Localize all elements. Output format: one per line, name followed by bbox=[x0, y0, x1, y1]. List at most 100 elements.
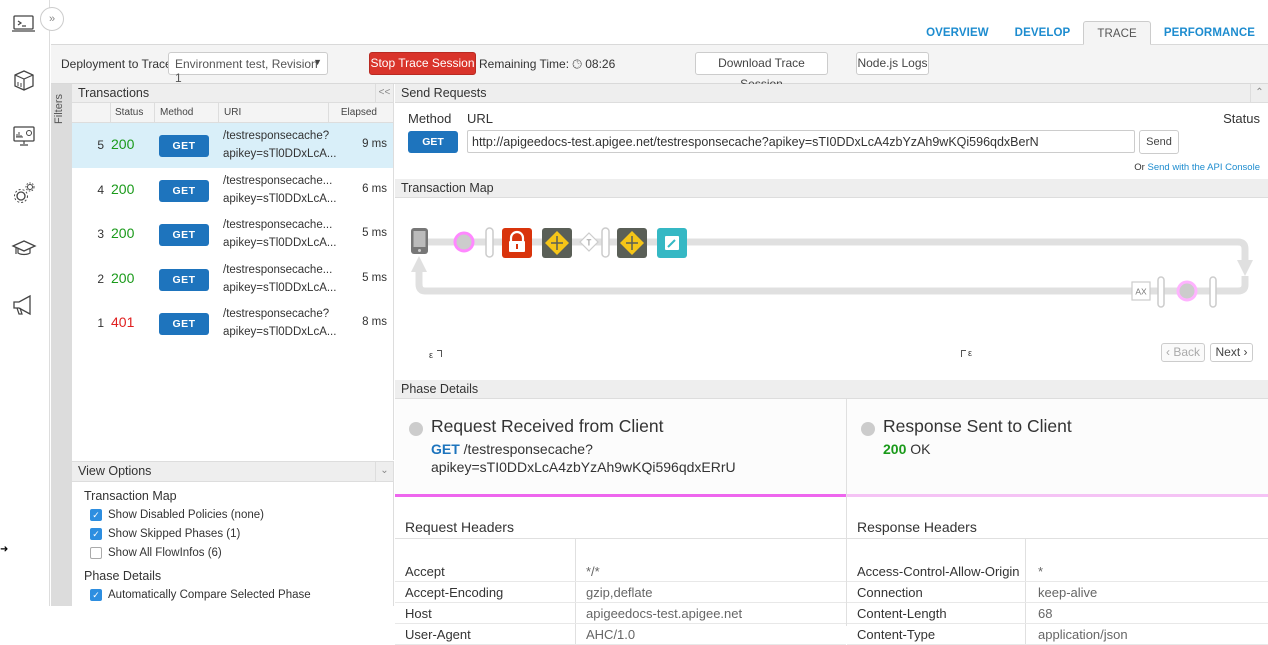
stop-trace-button[interactable]: Stop Trace Session bbox=[369, 52, 476, 75]
phase-details-title: Phase Details bbox=[401, 382, 479, 396]
back-button[interactable]: ‹ Back bbox=[1161, 343, 1205, 362]
api-console-line: Or Send with the API Console bbox=[1134, 162, 1260, 173]
transactions-header: Transactions << bbox=[72, 84, 393, 103]
api-console-link[interactable]: Send with the API Console bbox=[1148, 162, 1261, 173]
checkbox-checked[interactable]: ✓ bbox=[90, 508, 102, 521]
tab-overview[interactable]: OVERVIEW bbox=[913, 21, 1002, 45]
show-skipped-phases-option[interactable]: ✓ Show Skipped Phases (1) bbox=[90, 526, 393, 541]
transaction-row[interactable]: 4 200 GET /testresponsecache... apikey=sT… bbox=[72, 168, 393, 213]
transaction-number: 3 bbox=[97, 227, 104, 241]
client-phone-icon[interactable] bbox=[411, 228, 428, 254]
chevron-right-icon: › bbox=[1240, 345, 1248, 359]
view-options-panel: View Options ⌄ Transaction Map ✓ Show Di… bbox=[72, 461, 394, 606]
transaction-row[interactable]: 1 401 GET /testresponsecache? apikey=sTl0… bbox=[72, 301, 393, 346]
header-row: Accept */* bbox=[395, 561, 846, 582]
checkbox-checked[interactable]: ✓ bbox=[90, 527, 102, 540]
send-requests-header: Send Requests ⌃ bbox=[395, 84, 1268, 103]
deployment-select[interactable]: Environment test, Revision 1 ▼ bbox=[168, 52, 328, 85]
show-disabled-policies-option[interactable]: ✓ Show Disabled Policies (none) bbox=[90, 507, 393, 522]
verify-api-key-lock-icon[interactable] bbox=[502, 228, 532, 258]
send-button[interactable]: Send bbox=[1139, 130, 1179, 154]
tab-performance[interactable]: PERFORMANCE bbox=[1151, 21, 1268, 45]
collapse-send-requests-button[interactable]: ⌃ bbox=[1250, 84, 1268, 103]
remaining-time: Remaining Time: 🕒︎ 08:26 bbox=[479, 57, 615, 72]
terminal-icon[interactable] bbox=[11, 11, 37, 37]
response-headers-title: Response Headers bbox=[857, 519, 977, 535]
download-trace-button[interactable]: Download Trace Session bbox=[695, 52, 828, 91]
settings-gears-icon[interactable] bbox=[11, 180, 37, 206]
timeline-start-bracket bbox=[437, 350, 442, 357]
method-select-button[interactable]: GET bbox=[408, 131, 458, 153]
column-status[interactable]: Status bbox=[115, 107, 143, 118]
phase-status-dot-icon bbox=[409, 422, 423, 436]
collapse-transactions-button[interactable]: << bbox=[375, 84, 393, 103]
proxy-response-phase-icon[interactable] bbox=[1176, 280, 1198, 302]
next-label: Next bbox=[1215, 345, 1241, 359]
top-bar: OVERVIEW DEVELOP TRACE PERFORMANCE bbox=[51, 0, 1268, 45]
remaining-time-label: Remaining Time: bbox=[479, 57, 570, 71]
mouse-cursor-icon: ➜ bbox=[0, 544, 9, 555]
transaction-row[interactable]: 3 200 GET /testresponsecache... apikey=sT… bbox=[72, 212, 393, 257]
analytics-icon[interactable] bbox=[11, 123, 37, 149]
next-button[interactable]: Next › bbox=[1210, 343, 1253, 362]
transaction-number: 5 bbox=[97, 138, 104, 152]
graduation-cap-icon[interactable] bbox=[11, 236, 37, 262]
column-divider bbox=[154, 103, 155, 123]
column-method[interactable]: Method bbox=[160, 107, 193, 118]
headers-section: Request Headers Accept */* Accept-Encodin… bbox=[395, 497, 1268, 645]
method-badge: GET bbox=[159, 313, 209, 335]
transaction-map-options-label: Transaction Map bbox=[84, 489, 177, 503]
request-phase-column[interactable]: Request Received from Client GET /testre… bbox=[395, 399, 847, 497]
column-divider bbox=[218, 103, 219, 123]
transaction-map-title: Transaction Map bbox=[401, 181, 494, 195]
header-key: User-Agent bbox=[405, 627, 471, 642]
checkbox-unchecked[interactable] bbox=[90, 546, 102, 559]
checkbox-checked[interactable]: ✓ bbox=[90, 588, 102, 601]
assign-message-edit-icon[interactable] bbox=[657, 228, 687, 258]
nodejs-logs-button[interactable]: Node.js Logs bbox=[856, 52, 929, 75]
transaction-elapsed: 6 ms bbox=[362, 182, 387, 195]
transaction-uri: /testresponsecache... apikey=sTl0DDxLcA..… bbox=[223, 261, 336, 297]
api-package-icon[interactable] bbox=[11, 67, 37, 93]
trace-toolbar: Deployment to Trace Environment test, Re… bbox=[51, 45, 1268, 91]
filters-label: Filters bbox=[53, 94, 65, 124]
method-badge: GET bbox=[159, 224, 209, 246]
tab-develop[interactable]: DEVELOP bbox=[1002, 21, 1084, 45]
skipped-phase-t-icon[interactable]: T bbox=[579, 232, 599, 252]
or-text: Or bbox=[1134, 162, 1145, 173]
method-badge: GET bbox=[159, 179, 209, 202]
show-all-flowinfos-option[interactable]: Show All FlowInfos (6) bbox=[90, 545, 393, 560]
filters-panel-toggle[interactable]: Filters bbox=[51, 84, 72, 606]
transaction-status: 200 bbox=[111, 136, 135, 152]
tab-bar: OVERVIEW DEVELOP TRACE PERFORMANCE bbox=[913, 21, 1268, 45]
uri-path: /testresponsecache? bbox=[223, 130, 330, 142]
header-row: Content-Length 68 bbox=[847, 603, 1268, 624]
method-label: Method bbox=[408, 111, 452, 126]
response-cache-policy-icon[interactable] bbox=[617, 228, 647, 258]
expand-nav-button[interactable]: » bbox=[40, 7, 64, 31]
request-phase-title: Request Received from Client bbox=[431, 416, 664, 436]
column-elapsed[interactable]: Elapsed bbox=[341, 107, 377, 118]
option-label: Automatically Compare Selected Phase bbox=[108, 588, 311, 601]
response-cache-policy-icon[interactable] bbox=[542, 228, 572, 258]
response-status-code: 200 bbox=[883, 441, 907, 457]
transaction-map-header: Transaction Map bbox=[395, 179, 1268, 198]
transactions-title: Transactions bbox=[78, 86, 150, 100]
transaction-row[interactable]: 5 200 GET /testresponsecache? apikey=sTl0… bbox=[72, 123, 393, 168]
proxy-request-phase-icon[interactable] bbox=[453, 231, 475, 253]
transaction-status: 200 bbox=[111, 225, 135, 241]
column-uri[interactable]: URI bbox=[224, 107, 241, 118]
megaphone-icon[interactable] bbox=[11, 292, 37, 318]
analytics-ax-icon[interactable]: AX bbox=[1131, 281, 1151, 301]
request-query: apikey=sTI0DDxLcA4zbYzAh9wKQi596qdxERrU bbox=[431, 459, 736, 475]
flow-separator bbox=[485, 227, 494, 258]
transaction-row[interactable]: 2 200 GET /testresponsecache... apikey=sT… bbox=[72, 257, 393, 302]
transaction-elapsed: 9 ms bbox=[362, 138, 387, 150]
expand-view-options-button[interactable]: ⌄ bbox=[375, 462, 393, 481]
url-input[interactable] bbox=[467, 130, 1135, 153]
response-phase-column[interactable]: Response Sent to Client 200 OK bbox=[847, 399, 1268, 497]
tab-trace[interactable]: TRACE bbox=[1083, 21, 1151, 45]
header-key: Access-Control-Allow-Origin bbox=[857, 564, 1020, 579]
auto-compare-phase-option[interactable]: ✓ Automatically Compare Selected Phase bbox=[90, 587, 393, 602]
phase-details-options-label: Phase Details bbox=[84, 569, 162, 583]
